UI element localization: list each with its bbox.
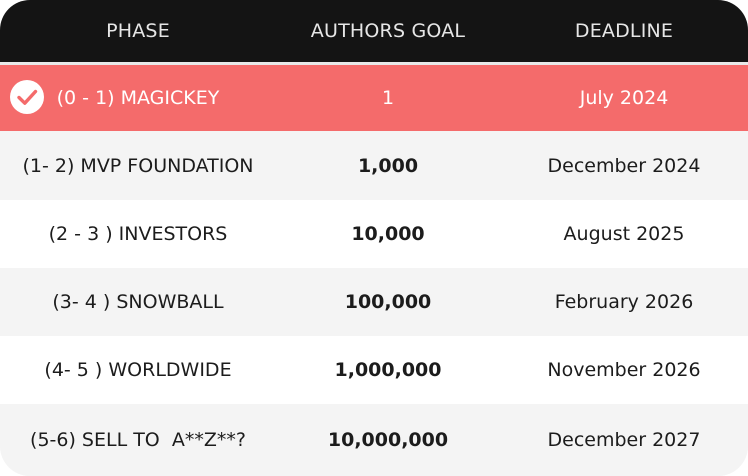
table-row: (5-6) SELL TO A**Z**? 10,000,000 Decembe… xyxy=(0,404,748,476)
deadline-cell: February 2026 xyxy=(554,291,694,313)
table-row: (4- 5 ) WORLDWIDE 1,000,000 November 202… xyxy=(0,336,748,404)
goal-cell: 1,000 xyxy=(357,154,419,177)
deadline-cell: December 2024 xyxy=(547,154,701,177)
header-deadline: DEADLINE xyxy=(574,20,674,42)
table-header: PHASE AUTHORS GOAL DEADLINE xyxy=(0,0,748,62)
goal-cell: 10,000,000 xyxy=(327,429,449,451)
table-row: (2 - 3 ) INVESTORS 10,000 August 2025 xyxy=(0,200,748,268)
table-row: (3- 4 ) SNOWBALL 100,000 February 2026 xyxy=(0,268,748,336)
deadline-cell: August 2025 xyxy=(563,223,685,245)
check-circle-icon xyxy=(10,80,44,114)
phase-cell: (1- 2) MVP FOUNDATION xyxy=(22,154,254,177)
phase-cell: (4- 5 ) WORLDWIDE xyxy=(44,359,232,381)
goal-cell: 1,000,000 xyxy=(334,359,442,381)
header-authors-goal: AUTHORS GOAL xyxy=(310,20,466,42)
phase-cell: (2 - 3 ) INVESTORS xyxy=(48,223,228,245)
roadmap-table: PHASE AUTHORS GOAL DEADLINE (0 - 1) MAGI… xyxy=(0,0,748,476)
phase-cell: (5-6) SELL TO A**Z**? xyxy=(30,429,246,451)
table-row: (1- 2) MVP FOUNDATION 1,000 December 202… xyxy=(0,131,748,200)
phase-cell: (3- 4 ) SNOWBALL xyxy=(52,291,224,313)
header-phase: PHASE xyxy=(106,20,170,42)
deadline-cell: July 2024 xyxy=(579,87,669,109)
goal-cell: 10,000 xyxy=(351,223,425,245)
deadline-cell: November 2026 xyxy=(547,359,701,381)
goal-cell: 100,000 xyxy=(344,291,432,313)
table-row-current: (0 - 1) MAGICKEY 1 July 2024 xyxy=(0,65,748,131)
goal-cell: 1 xyxy=(381,87,395,109)
deadline-cell: December 2027 xyxy=(547,429,701,451)
